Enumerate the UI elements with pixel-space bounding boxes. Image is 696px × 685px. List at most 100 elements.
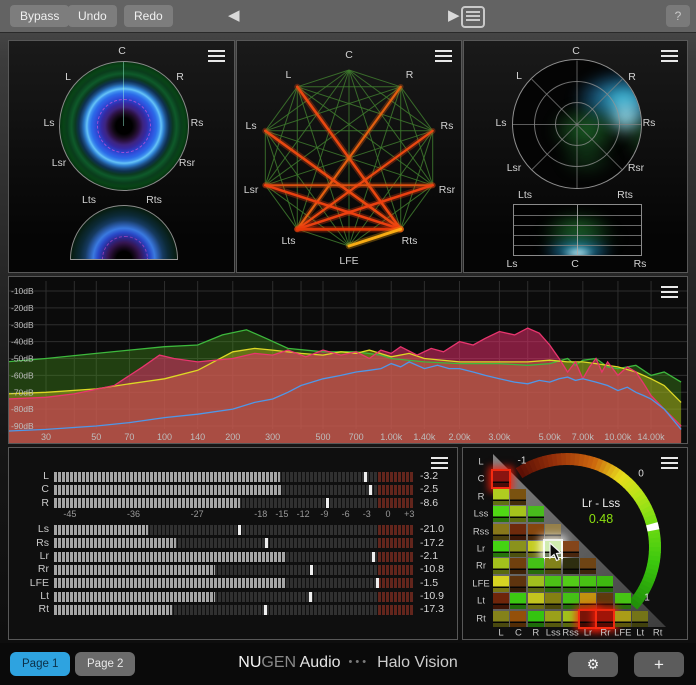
matrix-cell-LFE-Rss[interactable] bbox=[563, 576, 579, 592]
panel-menu-icon[interactable] bbox=[208, 50, 225, 63]
mouse-cursor bbox=[549, 542, 563, 562]
db-tick-label: -40dB bbox=[11, 337, 34, 347]
meter-scale-tick: -36 bbox=[127, 509, 140, 519]
undo-button[interactable]: Undo bbox=[68, 5, 117, 27]
matrix-cell-Rr-Rss[interactable] bbox=[563, 558, 579, 574]
matrix-cell-Lr-C[interactable] bbox=[510, 541, 526, 557]
matrix-cell-Rt-L[interactable] bbox=[493, 611, 509, 627]
matrix-cell-Rss-L[interactable] bbox=[493, 524, 509, 540]
matrix-cell-Rt-Lt[interactable] bbox=[632, 611, 648, 627]
matrix-cell-Rss-Lss[interactable] bbox=[545, 524, 561, 540]
meter-peak-marker bbox=[376, 578, 379, 588]
matrix-cell-Lss-R[interactable] bbox=[528, 506, 544, 522]
db-tick-label: -10dB bbox=[11, 286, 34, 296]
matrix-cell-LFE-Lss[interactable] bbox=[545, 576, 561, 592]
settings-gear-button[interactable]: ⚙ bbox=[568, 652, 618, 677]
channel-label-R: R bbox=[176, 71, 184, 83]
matrix-cell-Rt-Rr[interactable] bbox=[595, 609, 615, 629]
panel-menu-icon[interactable] bbox=[661, 50, 678, 63]
redo-button[interactable]: Redo bbox=[124, 5, 173, 27]
matrix-cell-LFE-C[interactable] bbox=[510, 576, 526, 592]
panel-menu-icon[interactable] bbox=[435, 50, 452, 63]
meter-segments bbox=[54, 552, 285, 562]
toolbar: Bypass Undo Redo ◀ ▶ ? bbox=[0, 0, 696, 33]
matrix-cells bbox=[463, 448, 687, 639]
matrix-cell-Rt-LFE[interactable] bbox=[615, 611, 631, 627]
matrix-cell-Rt-C[interactable] bbox=[510, 611, 526, 627]
meter-channel-label-Lt: Lt bbox=[9, 590, 49, 602]
matrix-cell-Rss-C[interactable] bbox=[510, 524, 526, 540]
matrix-cell-Rr-R[interactable] bbox=[528, 558, 544, 574]
matrix-cell-Rr-Lr[interactable] bbox=[580, 558, 596, 574]
play-icon[interactable]: ▶ bbox=[448, 7, 460, 25]
matrix-col-label-LFE: LFE bbox=[614, 628, 631, 639]
matrix-cell-Lr-Rss[interactable] bbox=[563, 541, 579, 557]
correlation-matrix-panel: Lr - Lss 0.48 -1 0 1 LCRLssRssLrRrLFELtR… bbox=[462, 447, 688, 640]
panel-menu-icon[interactable] bbox=[661, 457, 678, 470]
channel-label-C: C bbox=[572, 45, 580, 57]
freq-tick-label: 50 bbox=[91, 432, 101, 442]
web-node-label-Rsr: Rsr bbox=[439, 184, 455, 196]
bar-axis-label-C: C bbox=[571, 258, 579, 270]
matrix-cell-Rt-Lss[interactable] bbox=[545, 611, 561, 627]
matrix-cell-LFE-R[interactable] bbox=[528, 576, 544, 592]
bypass-button[interactable]: Bypass bbox=[10, 5, 69, 27]
playlist-icon[interactable] bbox=[461, 6, 485, 28]
meter-scale-tick: -18 bbox=[254, 509, 267, 519]
channel-label-Ls: Ls bbox=[43, 117, 54, 129]
matrix-col-label-Rss: Rss bbox=[562, 628, 578, 639]
meter-peak-marker bbox=[310, 565, 313, 575]
matrix-cell-C-L[interactable] bbox=[491, 469, 511, 489]
page-1-button[interactable]: Page 1 bbox=[10, 652, 70, 676]
matrix-cell-Lr-R[interactable] bbox=[528, 541, 544, 557]
help-button[interactable]: ? bbox=[666, 5, 690, 27]
matrix-cell-Lt-R[interactable] bbox=[528, 593, 544, 609]
meter-value-Lt: -10.9 bbox=[420, 590, 444, 602]
freq-tick-label: 300 bbox=[265, 432, 280, 442]
matrix-cell-Rt-Rss[interactable] bbox=[563, 611, 579, 627]
level-meters-panel: L-3.2C-2.5R-8.6Ls-21.0Rs-17.2Lr-2.1Rr-10… bbox=[8, 447, 458, 640]
matrix-cell-Lss-C[interactable] bbox=[510, 506, 526, 522]
matrix-cell-Lt-Lr[interactable] bbox=[580, 593, 596, 609]
matrix-cell-LFE-L[interactable] bbox=[493, 576, 509, 592]
meter-peak-marker bbox=[369, 485, 372, 495]
brand-dots: ••• bbox=[341, 656, 378, 668]
matrix-cell-R-C[interactable] bbox=[510, 489, 526, 505]
matrix-cell-Lt-C[interactable] bbox=[510, 593, 526, 609]
matrix-cell-Lt-Rr[interactable] bbox=[597, 593, 613, 609]
spectrum-analyzer-panel: -10dB-20dB-30dB-40dB-50dB-60dB-70dB-80dB… bbox=[8, 276, 688, 444]
matrix-row-label-Rr: Rr bbox=[476, 561, 486, 572]
matrix-cell-Rr-L[interactable] bbox=[493, 558, 509, 574]
matrix-cell-Lss-L[interactable] bbox=[493, 506, 509, 522]
matrix-cell-LFE-Lr[interactable] bbox=[580, 576, 596, 592]
panel-menu-icon[interactable] bbox=[431, 457, 448, 470]
page-2-button[interactable]: Page 2 bbox=[75, 652, 135, 676]
meter-scale-tick: -45 bbox=[63, 509, 76, 519]
freq-tick-label: 3.00k bbox=[488, 432, 511, 442]
matrix-col-label-Rr: Rr bbox=[600, 628, 610, 639]
matrix-cell-Rt-R[interactable] bbox=[528, 611, 544, 627]
matrix-cell-Lt-Rss[interactable] bbox=[563, 593, 579, 609]
matrix-cell-Lt-LFE[interactable] bbox=[615, 593, 631, 609]
meter-bar-L bbox=[54, 472, 414, 482]
panel-menu-icon[interactable] bbox=[661, 286, 678, 299]
channel-label-L: L bbox=[516, 70, 522, 82]
matrix-cell-Lt-Lss[interactable] bbox=[545, 593, 561, 609]
meter-value-L: -3.2 bbox=[420, 470, 438, 482]
back-icon[interactable]: ◀ bbox=[228, 7, 240, 25]
meter-peak-marker bbox=[264, 605, 267, 615]
add-panel-button[interactable]: + bbox=[634, 652, 684, 677]
channel-label-Rs: Rs bbox=[191, 117, 204, 129]
matrix-cell-Rr-C[interactable] bbox=[510, 558, 526, 574]
correlation-web bbox=[237, 41, 461, 272]
location-radar-panel: CLRLsRsLsrRsrLtsRtsLsCRs bbox=[463, 40, 688, 273]
matrix-col-label-Lt: Lt bbox=[636, 628, 644, 639]
gauge-max-label: 1 bbox=[644, 593, 650, 604]
matrix-cell-Lt-L[interactable] bbox=[493, 593, 509, 609]
meter-channel-label-R: R bbox=[9, 497, 49, 509]
matrix-cell-LFE-Rr[interactable] bbox=[597, 576, 613, 592]
matrix-cell-Rss-R[interactable] bbox=[528, 524, 544, 540]
web-node-label-Lts: Lts bbox=[281, 235, 295, 247]
matrix-cell-Lr-L[interactable] bbox=[493, 541, 509, 557]
matrix-cell-R-L[interactable] bbox=[493, 489, 509, 505]
